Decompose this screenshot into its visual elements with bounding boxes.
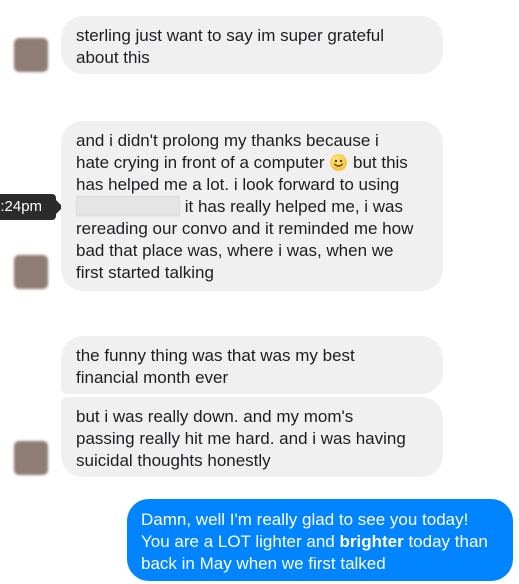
- message-line: Damn, well I'm really glad to see you to…: [141, 510, 469, 529]
- outgoing-message[interactable]: Damn, well I'm really glad to see you to…: [127, 499, 513, 581]
- message-line: and i didn't prolong my thanks because i: [76, 131, 379, 150]
- message-line: hate crying in front of a computer but t…: [76, 152, 429, 174]
- message-thread: sterling just want to say im super grate…: [0, 0, 519, 584]
- message-line: sterling just want to say im super grate…: [76, 26, 385, 45]
- bold-text: brighter: [339, 532, 404, 551]
- message-line: it has really helped me, i was: [76, 196, 429, 218]
- message-line: suicidal thoughts honestly: [76, 451, 271, 470]
- contact-avatar[interactable]: [14, 441, 48, 475]
- message-text: You are a LOT lighter and: [141, 532, 335, 551]
- timestamp-tooltip: 9:24pm: [0, 194, 63, 220]
- message-line: rereading our convo and it reminded me h…: [76, 219, 414, 238]
- message-text: but this: [353, 153, 408, 172]
- message-line: You are a LOT lighter and brighter today…: [141, 531, 499, 553]
- message-text: today than: [408, 532, 488, 551]
- incoming-message[interactable]: and i didn't prolong my thanks because i…: [61, 121, 443, 291]
- incoming-message[interactable]: but i was really down. and my mom's pass…: [61, 397, 443, 477]
- message-line: about this: [76, 48, 150, 67]
- message-line: bad that place was, where i was, when we: [76, 241, 394, 260]
- incoming-message[interactable]: sterling just want to say im super grate…: [61, 16, 443, 74]
- message-line: financial month ever: [76, 368, 229, 387]
- redacted-text: [76, 196, 180, 216]
- message-text: it has really helped me, i was: [184, 197, 404, 216]
- message-line: back in May when we first talked: [141, 554, 386, 573]
- message-line: but i was really down. and my mom's: [76, 407, 354, 426]
- message-text: hate crying in front of a computer: [76, 153, 325, 172]
- message-line: the funny thing was that was my best: [76, 346, 355, 365]
- message-line: passing really hit me hard. and i was ha…: [76, 429, 406, 448]
- message-line: has helped me a lot. i look forward to u…: [76, 175, 400, 194]
- smiley-emoji-icon: [330, 154, 348, 171]
- message-line: first started talking: [76, 263, 214, 282]
- contact-avatar[interactable]: [14, 38, 48, 72]
- incoming-message[interactable]: the funny thing was that was my best fin…: [61, 336, 443, 394]
- contact-avatar[interactable]: [14, 255, 48, 289]
